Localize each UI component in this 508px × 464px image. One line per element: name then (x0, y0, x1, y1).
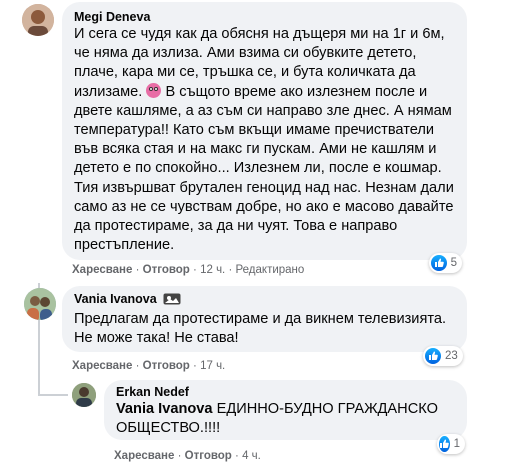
profile-frame-icon (163, 293, 181, 308)
comment-text: И сега се чудя как да обясня на дъщеря м… (74, 25, 455, 255)
reaction-count-badge[interactable]: 23 (423, 346, 463, 366)
comment-author[interactable]: Vania Ivanova (74, 292, 157, 306)
like-button[interactable]: Харесване (72, 264, 132, 276)
separator: · (135, 264, 143, 276)
comment-actions: Харесване · Отговор · 12 ч. · Редактиран… (72, 264, 304, 276)
avatar[interactable] (24, 288, 56, 320)
mention-link[interactable]: Vania Ivanova (116, 401, 213, 417)
comment-time[interactable]: 4 ч. (242, 450, 261, 462)
like-button[interactable]: Харесване (72, 360, 132, 372)
comment-time[interactable]: 17 ч. (200, 360, 225, 372)
reply-button[interactable]: Отговор (185, 450, 232, 462)
avatar[interactable] (22, 4, 54, 36)
reaction-count-badge[interactable]: 5 (429, 253, 462, 273)
comment-actions: Харесване · Отговор · 4 ч. (114, 450, 261, 462)
separator: · (177, 450, 185, 462)
avatar[interactable] (72, 383, 96, 407)
reaction-count-badge[interactable]: 1 (437, 434, 465, 454)
comment-time[interactable]: 12 ч. (200, 264, 225, 276)
separator: · (228, 264, 236, 276)
comment-author[interactable]: Megi Deneva (74, 10, 455, 24)
comment-text: Vania Ivanova ЕДИННО-БУДНО ГРАЖДАНСКО ОБ… (116, 400, 455, 438)
comment-text-part: В същото време ако излезнем после и двет… (74, 83, 454, 254)
reaction-count: 23 (445, 350, 458, 362)
reaction-count: 5 (450, 257, 457, 269)
comment-bubble: Megi Deneva И сега се чудя как да обясня… (62, 2, 467, 260)
thumbs-up-icon (439, 436, 450, 452)
comment-actions: Харесване · Отговор · 17 ч. (72, 360, 225, 372)
comment-bubble: Erkan Nedef Vania Ivanova ЕДИННО-БУДНО Г… (104, 380, 467, 440)
dizzy-face-emoji-icon (146, 82, 162, 98)
like-button[interactable]: Харесване (114, 450, 174, 462)
reply-button[interactable]: Отговор (143, 360, 190, 372)
comment-author-row: Vania Ivanova (74, 292, 455, 308)
thread-connector (38, 394, 68, 396)
comment-text: Предлагам да протестираме и да викнем те… (74, 311, 447, 347)
reaction-count: 1 (453, 438, 460, 450)
edited-label[interactable]: Редактирано (236, 264, 305, 276)
comment-bubble: Vania Ivanova Предлагам да протестираме … (62, 286, 467, 352)
comment-author[interactable]: Erkan Nedef (116, 385, 455, 399)
reply-button[interactable]: Отговор (143, 264, 190, 276)
thumbs-up-icon (425, 348, 441, 364)
thumbs-up-icon (431, 255, 447, 271)
separator: · (135, 360, 143, 372)
